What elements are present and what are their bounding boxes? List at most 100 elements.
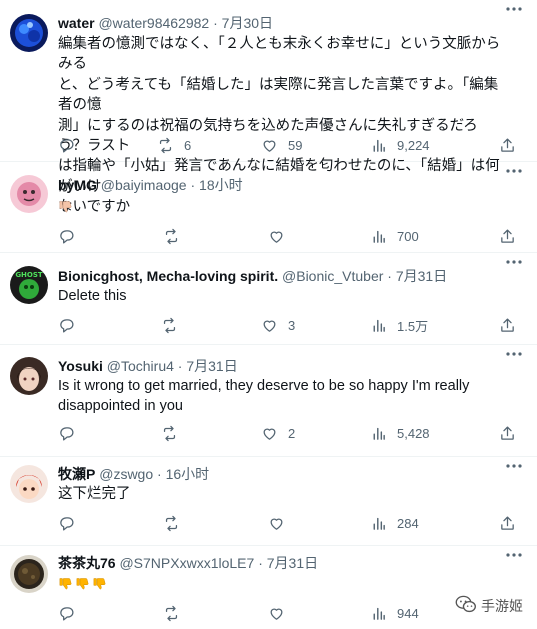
timestamp[interactable]: 7月31日	[396, 268, 447, 284]
more-icon[interactable]	[505, 347, 523, 361]
avatar[interactable]: GHOST	[10, 266, 48, 304]
display-name[interactable]: water	[58, 15, 95, 31]
retweet-button[interactable]	[163, 513, 190, 533]
reply-button[interactable]	[58, 226, 85, 246]
user-handle[interactable]: @water98462982	[98, 15, 209, 31]
reply-icon	[58, 228, 75, 245]
more-icon[interactable]	[505, 548, 523, 562]
avatar[interactable]	[10, 555, 48, 593]
tweet[interactable]: water @water98462982 · 7月30日 編集者の憶測ではなく、…	[0, 0, 537, 215]
separator: ·	[190, 177, 196, 193]
tweet-text-line: Is it wrong to get married, they deserve…	[58, 378, 470, 394]
timestamp[interactable]: 7月31日	[267, 555, 318, 571]
user-handle[interactable]: @baiyimaoge	[101, 177, 187, 193]
tweet-text-line: disappointed in you	[58, 398, 183, 415]
like-count: 2	[288, 425, 296, 441]
like-icon	[268, 605, 285, 622]
views-button[interactable]: 944	[370, 603, 419, 623]
reply-icon	[58, 515, 75, 532]
display-name[interactable]: 茶茶丸76	[58, 555, 116, 571]
retweet-button[interactable]	[161, 423, 188, 443]
tweet-emoji	[58, 198, 478, 218]
like-button[interactable]: 2	[261, 423, 295, 443]
share-button[interactable]	[499, 226, 516, 246]
user-handle[interactable]: @Bionic_Vtuber	[282, 268, 383, 284]
views-icon	[370, 137, 387, 154]
display-name[interactable]: 牧瀬P	[58, 466, 95, 482]
views-button[interactable]: 284	[370, 513, 419, 533]
like-button[interactable]: 59	[261, 135, 302, 155]
reply-button[interactable]	[58, 135, 85, 155]
user-handle[interactable]: @Tochiru4	[107, 358, 174, 374]
timestamp[interactable]: 7月30日	[222, 15, 273, 31]
views-button[interactable]: 9,224	[370, 135, 430, 155]
display-name[interactable]: Bionicghost, Mecha-loving spirit.	[58, 268, 278, 284]
views-button[interactable]: 1.5万	[370, 315, 428, 335]
reply-button[interactable]	[58, 423, 85, 443]
views-icon	[370, 228, 387, 245]
separator: ·	[387, 268, 392, 284]
display-name[interactable]: byMG	[58, 177, 97, 193]
views-icon	[370, 515, 387, 532]
wechat-icon	[455, 594, 481, 617]
tweet-header: 茶茶丸76 @S7NPXxwxx1loLE7 · 7月31日	[58, 553, 498, 573]
share-icon	[499, 515, 516, 532]
views-button[interactable]: 5,428	[370, 423, 430, 443]
views-button[interactable]: 700	[370, 226, 419, 246]
tweet[interactable]: byMG @baiyimaoge · 18小时 700	[0, 162, 537, 253]
views-count: 944	[397, 605, 419, 621]
retweet-button[interactable]	[163, 603, 190, 623]
user-handle[interactable]: @zswgo	[99, 466, 153, 482]
like-button[interactable]	[268, 513, 295, 533]
tweet-actions: 700	[58, 226, 528, 246]
watermark-text: 手游姬	[481, 597, 523, 614]
views-icon	[370, 317, 387, 334]
tweet[interactable]: 牧瀬P @zswgo · 16小时 这下烂完了 284	[0, 457, 537, 546]
more-icon[interactable]	[505, 459, 523, 473]
reply-icon	[58, 137, 75, 154]
retweet-count: 6	[184, 137, 192, 153]
retweet-button[interactable]	[161, 315, 188, 335]
thumbs-down-icon	[59, 201, 72, 213]
timestamp[interactable]: 18小时	[199, 177, 243, 193]
timestamp[interactable]: 7月31日	[186, 358, 237, 374]
display-name[interactable]: Yosuki	[58, 358, 103, 374]
tweet-header: 牧瀬P @zswgo · 16小时	[58, 464, 498, 484]
share-button[interactable]	[499, 315, 516, 335]
more-icon[interactable]	[505, 2, 523, 16]
avatar[interactable]	[10, 357, 48, 395]
tweet-header: Bionicghost, Mecha-loving spirit. @Bioni…	[58, 266, 498, 286]
like-button[interactable]: 3	[261, 315, 295, 335]
views-icon	[370, 605, 387, 622]
more-icon[interactable]	[505, 255, 523, 269]
retweet-button[interactable]	[163, 226, 190, 246]
user-handle[interactable]: @S7NPXxwxx1loLE7	[119, 555, 254, 571]
reply-icon	[58, 317, 75, 334]
reply-button[interactable]	[58, 513, 85, 533]
views-count: 284	[397, 515, 419, 531]
avatar[interactable]	[10, 465, 48, 503]
share-button[interactable]	[499, 423, 516, 443]
avatar[interactable]	[10, 14, 48, 52]
more-icon[interactable]	[505, 164, 523, 178]
tweet-text-line: Delete this	[58, 288, 127, 304]
tweet[interactable]: GHOST Bionicghost, Mecha-loving spirit. …	[0, 253, 537, 345]
share-button[interactable]	[499, 513, 516, 533]
avatar[interactable]	[10, 175, 48, 213]
reply-button[interactable]	[58, 315, 85, 335]
like-button[interactable]	[268, 603, 295, 623]
share-button[interactable]	[499, 135, 516, 155]
tweet[interactable]: Yosuki @Tochiru4 · 7月31日 Is it wrong to …	[0, 345, 537, 457]
tweet-header: byMG @baiyimaoge · 18小时	[58, 175, 498, 195]
tweet-text-line: 这下烂完了	[58, 486, 131, 502]
like-icon	[261, 425, 278, 442]
reply-button[interactable]	[58, 603, 85, 623]
retweet-button[interactable]: 6	[157, 135, 191, 155]
like-button[interactable]	[268, 226, 295, 246]
separator: ·	[258, 555, 263, 571]
timestamp[interactable]: 16小时	[166, 466, 210, 482]
tweet-actions: 284	[58, 513, 528, 533]
thumbs-down-icon	[76, 578, 89, 590]
share-icon	[499, 137, 516, 154]
separator: ·	[157, 466, 162, 482]
